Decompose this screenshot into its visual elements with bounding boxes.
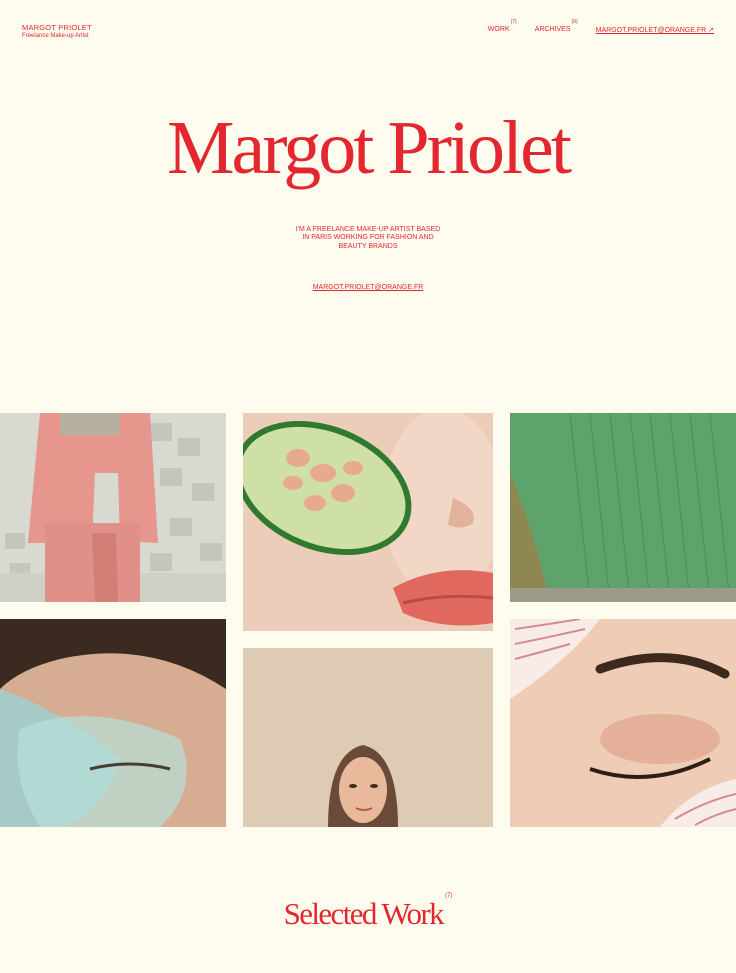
nav-archives-label[interactable]: ARCHIVES: [535, 26, 571, 33]
brand-role: Freelance Make-up Artist: [22, 32, 89, 39]
selected-work-heading: Selected Work(7): [0, 892, 736, 932]
hero-description-line: I'M A FREELANCE MAKE-UP ARTIST BASED: [295, 226, 441, 233]
hero-description-line: IN PARIS WORKING FOR FASHION AND: [302, 234, 434, 242]
green-sweater-illustration: [510, 413, 736, 602]
nav-work-label[interactable]: WORK: [488, 26, 510, 33]
nav-work-link[interactable]: WORK (7): [488, 19, 517, 33]
hero-description: I'M A FREELANCE MAKE-UP ARTIST BASED IN …: [0, 226, 736, 251]
selected-work-title: Selected Work: [283, 896, 445, 931]
blue-veil-illustration: [0, 619, 226, 827]
photo-blue-veil[interactable]: [0, 619, 226, 827]
nav-email-link[interactable]: MARGOT.PRIOLET@ORANGE.FR ↗: [596, 26, 714, 34]
cucumber-face-illustration: [243, 413, 493, 631]
nav-work-count: (7): [510, 19, 517, 25]
nav-archives-link[interactable]: ARCHIVES (9): [535, 19, 578, 33]
photo-pink-suit[interactable]: [0, 413, 226, 602]
photo-cucumber-face[interactable]: [243, 413, 493, 631]
nav-archives-count: (9): [571, 19, 578, 25]
brand-block[interactable]: MARGOT PRIOLET Freelance Make-up Artist: [22, 23, 92, 40]
pink-suit-illustration: [0, 413, 226, 602]
selected-work-count: (7): [445, 892, 453, 899]
photo-green-sweater[interactable]: [510, 413, 736, 602]
top-nav: WORK (7) ARCHIVES (9) MARGOT.PRIOLET@ORA…: [488, 19, 714, 34]
hero-description-line: BEAUTY BRANDS: [338, 242, 398, 250]
hero-email-link[interactable]: MARGOT.PRIOLET@ORANGE.FR: [313, 284, 424, 291]
photo-portrait[interactable]: [243, 648, 493, 827]
eye-closeup-illustration: [510, 619, 736, 827]
photo-eye-closeup[interactable]: [510, 619, 736, 827]
hero-email: MARGOT.PRIOLET@ORANGE.FR: [0, 284, 736, 291]
hero-title: Margot Priolet: [166, 106, 572, 190]
portrait-illustration: [243, 648, 493, 827]
brand-name[interactable]: MARGOT PRIOLET: [22, 23, 92, 33]
